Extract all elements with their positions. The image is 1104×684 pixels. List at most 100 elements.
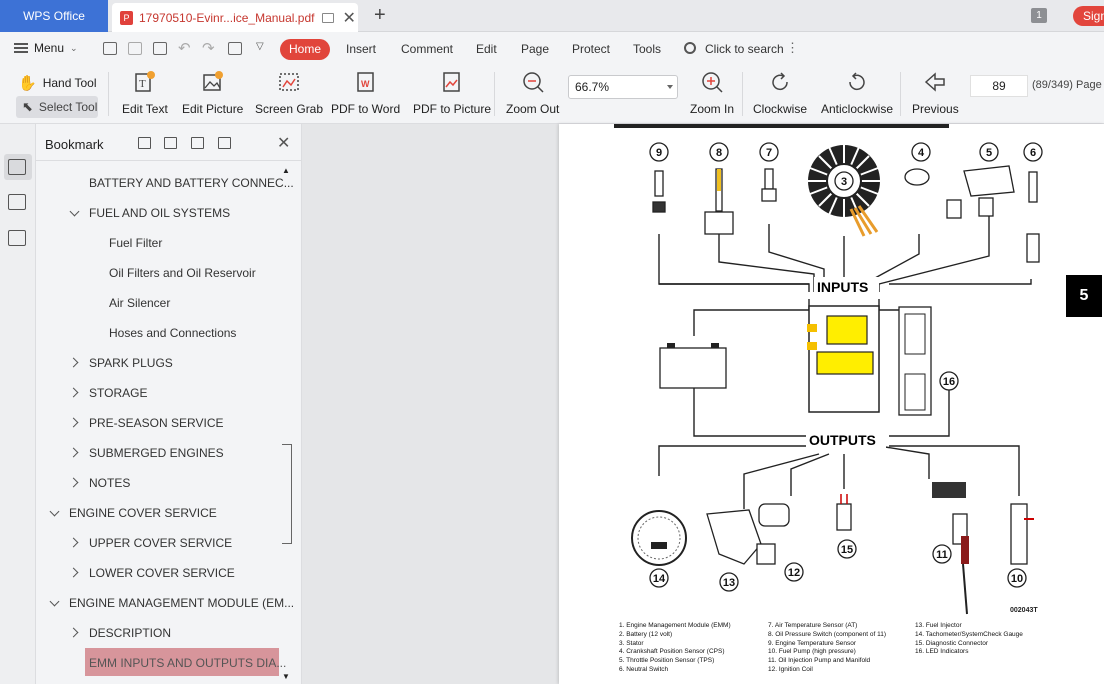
legend-item: 14. Tachometer/SystemCheck Gauge — [915, 630, 1023, 638]
sign-in-button[interactable]: Sign — [1073, 6, 1104, 26]
collapse-all-icon[interactable] — [164, 137, 177, 149]
legend-item: 6. Neutral Switch — [619, 665, 669, 673]
tab-page[interactable]: Page — [521, 42, 549, 56]
tachometer-drawing — [631, 510, 687, 566]
callout-4: 4 — [918, 147, 925, 159]
pdf-to-word-icon: W — [356, 72, 374, 92]
tab-wps-office[interactable]: WPS Office — [0, 0, 108, 32]
screen-grab-button[interactable]: Screen Grab — [255, 70, 323, 116]
bookmark-item[interactable]: BATTERY AND BATTERY CONNEC... — [89, 176, 294, 190]
legend-item: 16. LED Indicators — [915, 648, 969, 656]
bookmark-panel-icon[interactable] — [8, 159, 26, 175]
pdf-to-word-button[interactable]: W PDF to Word — [331, 70, 400, 116]
tab-tools[interactable]: Tools — [633, 42, 661, 56]
chevron-right-icon[interactable] — [68, 537, 79, 548]
rotate-clockwise-button[interactable]: Clockwise — [753, 70, 807, 116]
hand-tool-button[interactable]: ✋ Hand Tool — [18, 74, 97, 92]
chevron-down-icon — [667, 85, 673, 89]
outputs-label: OUTPUTS — [809, 432, 876, 448]
hand-icon: ✋ — [18, 75, 37, 92]
pdf-to-picture-icon — [443, 72, 460, 92]
redo-icon[interactable]: ↷ — [202, 39, 215, 57]
zoom-level-select[interactable]: 66.7% — [568, 75, 678, 99]
tab-insert[interactable]: Insert — [346, 42, 376, 56]
new-tab-icon[interactable]: + — [374, 4, 386, 27]
legend-column-3: 13. Fuel Injector 14. Tachometer/SystemC… — [915, 622, 1023, 657]
scroll-down-icon[interactable]: ▼ — [282, 672, 290, 681]
chevron-down-icon[interactable] — [49, 506, 60, 517]
scroll-up-icon[interactable]: ▲ — [282, 166, 290, 175]
bookmark-item[interactable]: Oil Filters and Oil Reservoir — [109, 266, 256, 280]
more-options-icon[interactable]: ⋮ — [786, 40, 799, 56]
page-number-input[interactable]: 89 — [970, 75, 1028, 97]
edit-text-button[interactable]: T Edit Text — [122, 70, 168, 116]
bookmark-item[interactable]: Fuel Filter — [109, 236, 162, 250]
print-icon[interactable] — [153, 42, 167, 55]
edit-picture-icon — [202, 71, 223, 91]
bookmark-item[interactable]: DESCRIPTION — [89, 626, 171, 640]
save-icon[interactable] — [128, 42, 142, 55]
bookmark-item[interactable]: ENGINE COVER SERVICE — [69, 506, 217, 520]
document-viewport[interactable]: INPUTS OUTPUTS 9 8 7 4 5 6 3 16 14 13 12… — [302, 124, 1104, 684]
bookmark-item[interactable]: ENGINE MANAGEMENT MODULE (EM... — [69, 596, 294, 610]
bookmark-item[interactable]: PRE-SEASON SERVICE — [89, 416, 223, 430]
screen-grab-label: Screen Grab — [255, 102, 324, 116]
quick-access-dropdown-icon[interactable]: ▽ — [256, 41, 264, 52]
chevron-right-icon[interactable] — [68, 447, 79, 458]
chevron-down-icon[interactable] — [69, 206, 80, 217]
chevron-right-icon[interactable] — [68, 567, 79, 578]
legend-item: 9. Engine Temperature Sensor — [768, 639, 857, 647]
window-count-badge[interactable]: 1 — [1031, 8, 1047, 23]
search-icon — [684, 42, 696, 54]
close-panel-icon[interactable]: ✕ — [277, 133, 290, 153]
chevron-right-icon[interactable] — [68, 417, 79, 428]
window-mode-icon[interactable] — [322, 12, 335, 23]
open-folder-icon[interactable] — [103, 42, 117, 55]
menu-button[interactable]: Menu ⌄ — [14, 41, 78, 55]
pdf-file-icon: P — [120, 10, 133, 25]
bookmark-scrollbar[interactable]: ▲ ▼ — [280, 166, 294, 684]
previous-page-button[interactable]: Previous — [912, 70, 959, 116]
tab-comment[interactable]: Comment — [401, 42, 453, 56]
thumbnail-panel-icon[interactable] — [8, 194, 26, 210]
scrollbar-thumb[interactable] — [282, 444, 292, 544]
bookmark-item[interactable]: SPARK PLUGS — [89, 356, 173, 370]
export-icon[interactable] — [228, 42, 242, 55]
annotation-panel-icon[interactable] — [8, 230, 26, 246]
zoom-out-button[interactable]: Zoom Out — [506, 70, 559, 116]
callout-12: 12 — [788, 567, 800, 579]
rotate-clockwise-icon — [772, 72, 788, 91]
chevron-right-icon[interactable] — [68, 387, 79, 398]
bookmark-item[interactable]: UPPER COVER SERVICE — [89, 536, 232, 550]
expand-all-icon[interactable] — [138, 137, 151, 149]
pdf-page: INPUTS OUTPUTS 9 8 7 4 5 6 3 16 14 13 12… — [559, 124, 1104, 684]
cursor-icon: ⬉ — [22, 99, 33, 114]
chevron-right-icon[interactable] — [68, 357, 79, 368]
add-bookmark-icon[interactable] — [191, 137, 204, 149]
rotate-anticlockwise-button[interactable]: Anticlockwise — [821, 70, 893, 116]
bookmark-item[interactable]: STORAGE — [89, 386, 147, 400]
chevron-down-icon[interactable] — [49, 596, 60, 607]
chevron-right-icon[interactable] — [68, 477, 79, 488]
bookmark-options-icon[interactable] — [218, 137, 231, 149]
tab-edit[interactable]: Edit — [476, 42, 497, 56]
bookmark-item[interactable]: SUBMERGED ENGINES — [89, 446, 224, 460]
callout-11: 11 — [936, 549, 948, 561]
edit-picture-button[interactable]: Edit Picture — [182, 70, 243, 116]
bookmark-item[interactable]: NOTES — [89, 476, 130, 490]
close-tab-icon[interactable]: ✕ — [342, 8, 355, 28]
pdf-to-picture-button[interactable]: PDF to Picture — [413, 70, 491, 116]
tab-protect[interactable]: Protect — [572, 42, 610, 56]
select-tool-button[interactable]: ⬉ Select Tool — [16, 96, 98, 118]
bookmark-item-selected[interactable]: EMM INPUTS AND OUTPUTS DIA... — [89, 656, 286, 670]
tab-home[interactable]: Home — [280, 39, 330, 60]
undo-icon[interactable]: ↶ — [178, 39, 191, 57]
zoom-in-button[interactable]: Zoom In — [690, 70, 734, 116]
tab-document[interactable]: P 17970510-Evinr...ice_Manual.pdf ✕ — [112, 3, 358, 32]
bookmark-item[interactable]: LOWER COVER SERVICE — [89, 566, 235, 580]
bookmark-item[interactable]: FUEL AND OIL SYSTEMS — [89, 206, 230, 220]
chevron-right-icon[interactable] — [68, 627, 79, 638]
bookmark-item[interactable]: Air Silencer — [109, 296, 170, 310]
bookmark-item[interactable]: Hoses and Connections — [109, 326, 236, 340]
search-box[interactable]: Click to search — [705, 42, 784, 56]
